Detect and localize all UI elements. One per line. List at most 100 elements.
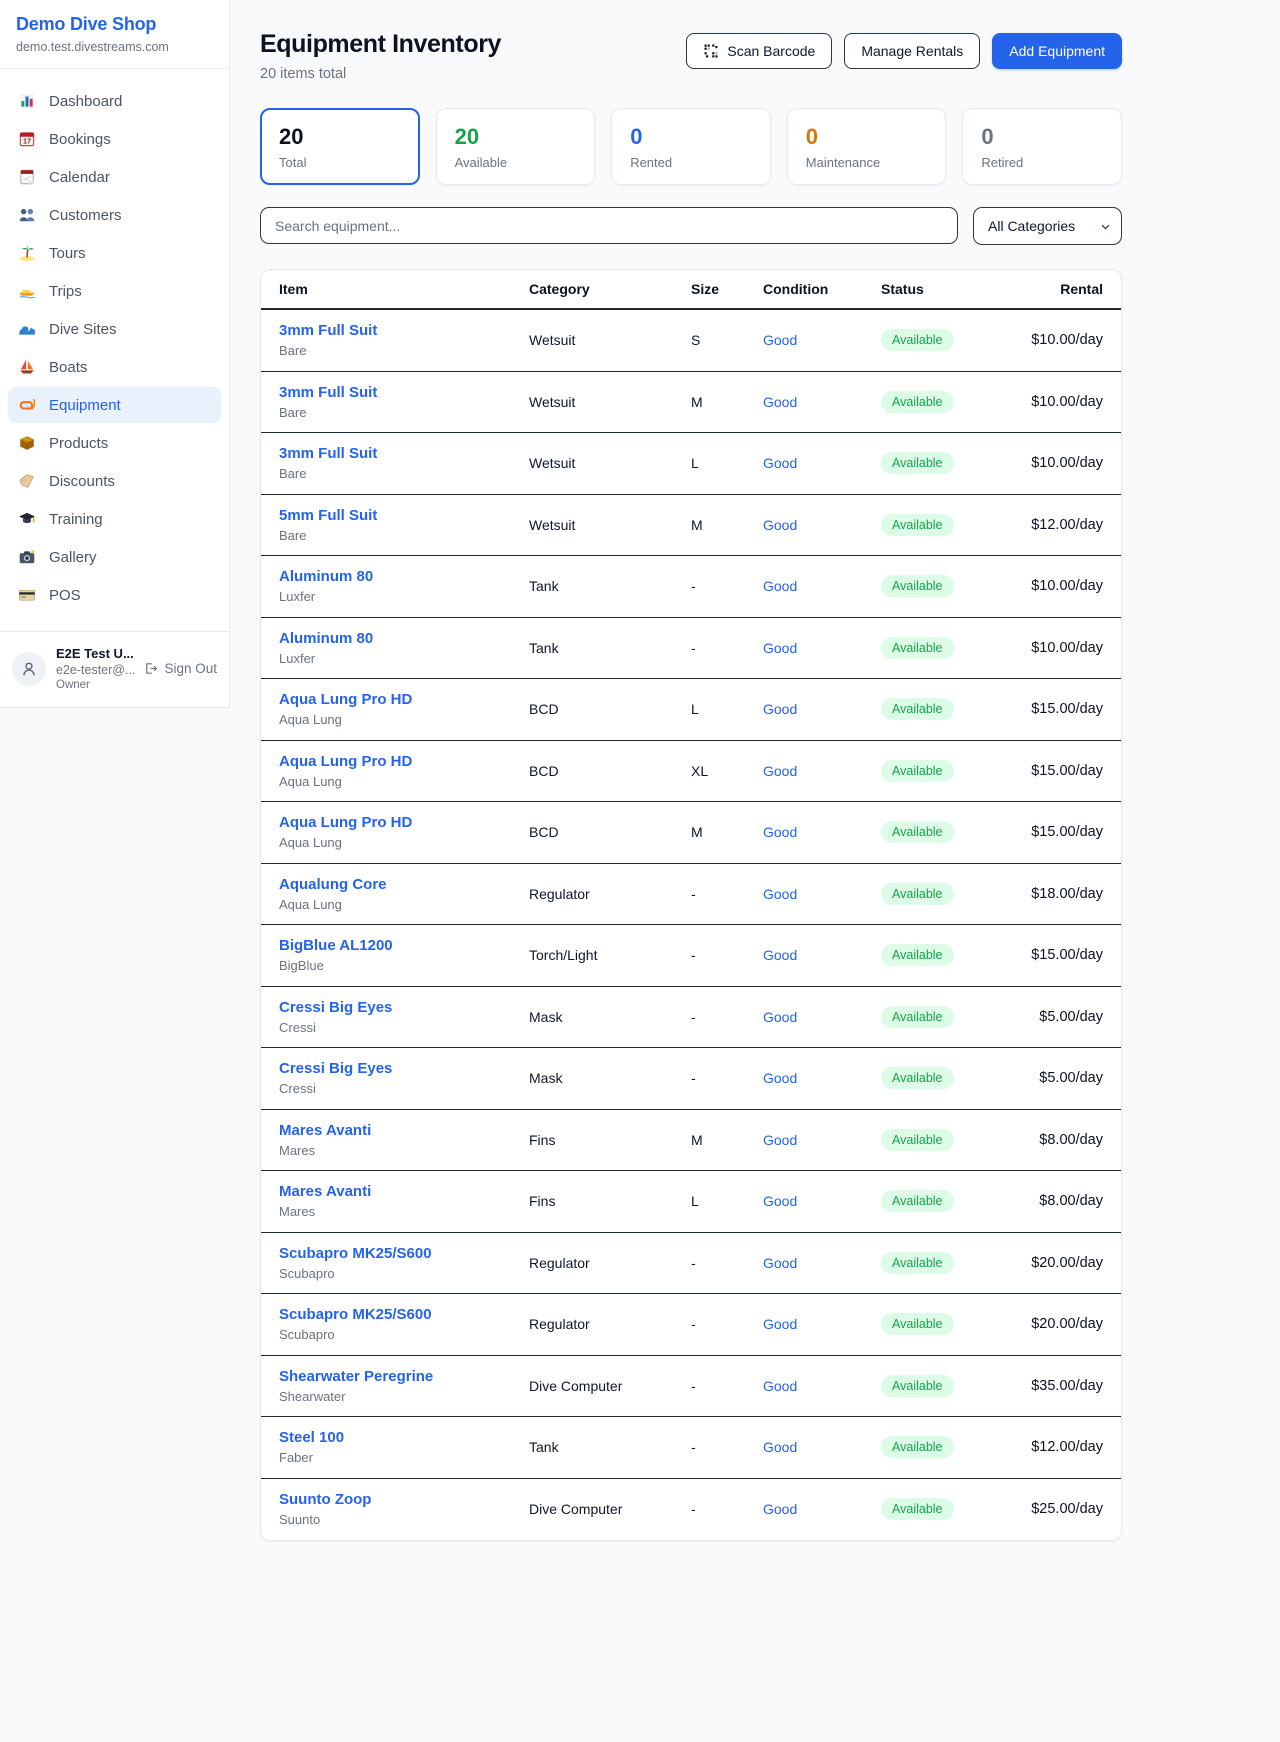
condition-link[interactable]: Good	[763, 394, 797, 410]
stat-card-retired[interactable]: 0 Retired	[962, 108, 1122, 185]
item-name-link[interactable]: Mares Avanti	[279, 1122, 371, 1139]
sidebar-item-discounts[interactable]: Discounts	[8, 463, 221, 499]
item-size: -	[691, 886, 763, 902]
item-name-link[interactable]: 3mm Full Suit	[279, 445, 377, 462]
table-row: 3mm Full Suit Bare Wetsuit S Good Availa…	[261, 310, 1121, 372]
condition-link[interactable]: Good	[763, 1255, 797, 1271]
status-badge: Available	[881, 1252, 954, 1274]
item-name-link[interactable]: Suunto Zoop	[279, 1491, 371, 1508]
sidebar-item-boats[interactable]: Boats	[8, 349, 221, 385]
sidebar-item-pos[interactable]: POS	[8, 577, 221, 613]
status-badge: Available	[881, 698, 954, 720]
item-name-link[interactable]: Scubapro MK25/S600	[279, 1306, 432, 1323]
sidebar-item-bookings[interactable]: 17 Bookings	[8, 121, 221, 157]
item-name-link[interactable]: Mares Avanti	[279, 1183, 371, 1200]
item-size: -	[691, 947, 763, 963]
table-row: Suunto Zoop Suunto Dive Computer - Good …	[261, 1479, 1121, 1541]
sidebar-item-trips[interactable]: Trips	[8, 273, 221, 309]
col-header-condition: Condition	[763, 281, 881, 297]
status-badge: Available	[881, 329, 954, 351]
item-name-link[interactable]: Aqua Lung Pro HD	[279, 753, 412, 770]
add-equipment-button[interactable]: Add Equipment	[992, 33, 1122, 69]
condition-link[interactable]: Good	[763, 1439, 797, 1455]
item-name-link[interactable]: Shearwater Peregrine	[279, 1368, 433, 1385]
item-category: BCD	[529, 763, 691, 779]
sidebar-item-customers[interactable]: Customers	[8, 197, 221, 233]
table-row: Aqualung Core Aqua Lung Regulator - Good…	[261, 864, 1121, 926]
condition-link[interactable]: Good	[763, 332, 797, 348]
item-category: Wetsuit	[529, 455, 691, 471]
condition-link[interactable]: Good	[763, 701, 797, 717]
item-brand: Bare	[279, 528, 529, 543]
condition-link[interactable]: Good	[763, 1316, 797, 1332]
sidebar-item-label: Products	[49, 435, 108, 452]
condition-link[interactable]: Good	[763, 1132, 797, 1148]
status-badge: Available	[881, 944, 954, 966]
condition-link[interactable]: Good	[763, 578, 797, 594]
table-row: Mares Avanti Mares Fins M Good Available…	[261, 1110, 1121, 1172]
status-badge: Available	[881, 883, 954, 905]
item-name-link[interactable]: 3mm Full Suit	[279, 384, 377, 401]
item-category: Wetsuit	[529, 394, 691, 410]
item-name-link[interactable]: Aluminum 80	[279, 568, 373, 585]
item-name-link[interactable]: 5mm Full Suit	[279, 507, 377, 524]
sidebar-item-dive-sites[interactable]: Dive Sites	[8, 311, 221, 347]
item-name-link[interactable]: Aluminum 80	[279, 630, 373, 647]
sidebar-item-products[interactable]: Products	[8, 425, 221, 461]
item-name-link[interactable]: Steel 100	[279, 1429, 344, 1446]
item-size: XL	[691, 763, 763, 779]
item-name-link[interactable]: 3mm Full Suit	[279, 322, 377, 339]
condition-link[interactable]: Good	[763, 640, 797, 656]
condition-link[interactable]: Good	[763, 947, 797, 963]
condition-link[interactable]: Good	[763, 1193, 797, 1209]
stat-card-rented[interactable]: 0 Rented	[611, 108, 771, 185]
sidebar-item-label: Dive Sites	[49, 321, 117, 338]
status-badge: Available	[881, 1375, 954, 1397]
sidebar-item-label: Training	[49, 511, 103, 528]
item-name-link[interactable]: Scubapro MK25/S600	[279, 1245, 432, 1262]
search-input[interactable]	[260, 207, 958, 244]
item-name-link[interactable]: Aqua Lung Pro HD	[279, 691, 412, 708]
scan-barcode-button[interactable]: Scan Barcode	[686, 33, 832, 69]
condition-link[interactable]: Good	[763, 1070, 797, 1086]
condition-link[interactable]: Good	[763, 1378, 797, 1394]
item-category: Mask	[529, 1009, 691, 1025]
item-brand: Bare	[279, 405, 529, 420]
manage-rentals-button[interactable]: Manage Rentals	[844, 33, 980, 69]
item-name-link[interactable]: Cressi Big Eyes	[279, 999, 392, 1016]
item-rental: $5.00/day	[1021, 1009, 1103, 1025]
item-brand: Bare	[279, 466, 529, 481]
item-name-link[interactable]: BigBlue AL1200	[279, 937, 393, 954]
condition-link[interactable]: Good	[763, 886, 797, 902]
stat-card-total[interactable]: 20 Total	[260, 108, 420, 185]
condition-link[interactable]: Good	[763, 1501, 797, 1517]
condition-link[interactable]: Good	[763, 517, 797, 533]
sidebar-item-calendar[interactable]: Calendar	[8, 159, 221, 195]
stat-card-available[interactable]: 20 Available	[436, 108, 596, 185]
brand-link[interactable]: Demo Dive Shop	[16, 14, 213, 35]
condition-link[interactable]: Good	[763, 824, 797, 840]
sidebar-item-equipment[interactable]: Equipment	[8, 387, 221, 423]
avatar	[12, 652, 46, 686]
item-size: M	[691, 1132, 763, 1148]
item-name-link[interactable]: Aqua Lung Pro HD	[279, 814, 412, 831]
item-size: M	[691, 394, 763, 410]
stat-card-maintenance[interactable]: 0 Maintenance	[787, 108, 947, 185]
status-badge: Available	[881, 452, 954, 474]
condition-link[interactable]: Good	[763, 1009, 797, 1025]
sidebar-item-dashboard[interactable]: Dashboard	[8, 83, 221, 119]
sidebar-item-gallery[interactable]: Gallery	[8, 539, 221, 575]
item-category: Fins	[529, 1132, 691, 1148]
stat-label: Total	[279, 155, 401, 170]
category-select[interactable]: All Categories	[973, 207, 1122, 245]
sidebar-item-training[interactable]: Training	[8, 501, 221, 537]
item-brand: BigBlue	[279, 958, 529, 973]
sidebar-item-tours[interactable]: Tours	[8, 235, 221, 271]
condition-link[interactable]: Good	[763, 763, 797, 779]
wave-icon	[18, 320, 36, 338]
condition-link[interactable]: Good	[763, 455, 797, 471]
sidebar-item-label: Trips	[49, 283, 82, 300]
item-name-link[interactable]: Cressi Big Eyes	[279, 1060, 392, 1077]
sign-out-button[interactable]: Sign Out	[143, 661, 217, 676]
item-name-link[interactable]: Aqualung Core	[279, 876, 387, 893]
